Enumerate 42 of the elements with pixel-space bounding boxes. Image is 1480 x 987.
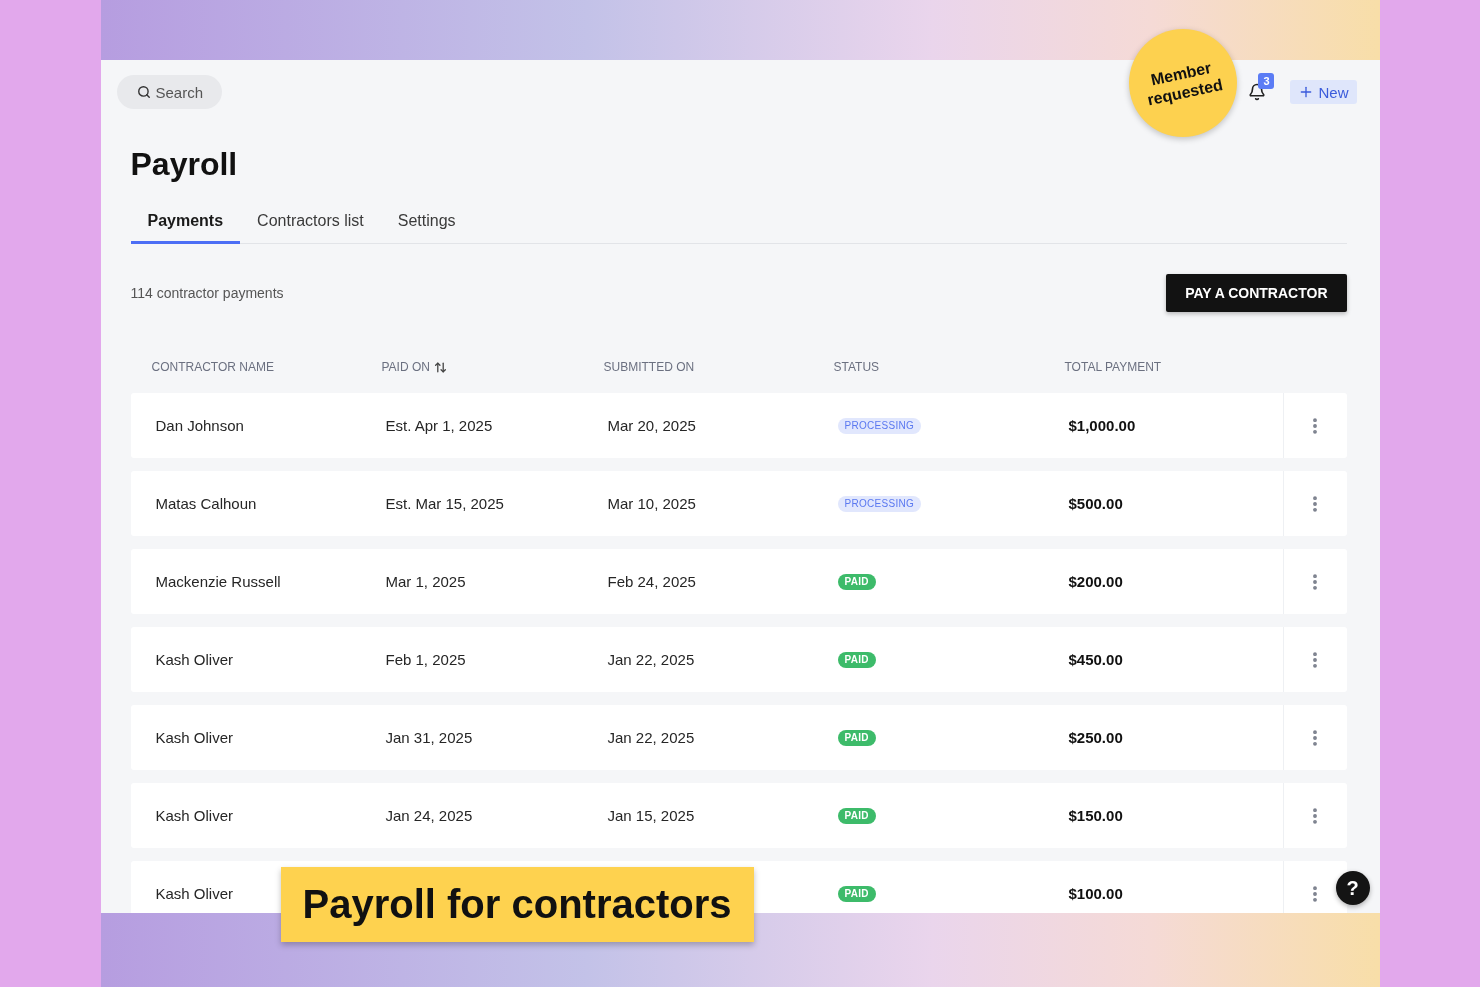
notification-count: 3 [1258,73,1275,89]
total-payment: $500.00 [1068,495,1123,512]
status-badge: PAID [837,885,876,902]
column-header: CONTRACTOR NAME [151,360,274,374]
total-payment: $150.00 [1068,807,1123,824]
contractor-name: Matas Calhoun [155,495,257,512]
total-payment: $450.00 [1068,651,1123,668]
paid-on-date: Est. Apr 1, 2025 [385,417,493,434]
submitted-on-date: Jan 22, 2025 [607,729,695,746]
paid-on-date: Est. Mar 15, 2025 [385,495,504,512]
status-badge: PAID [837,729,876,746]
total-payment: $100.00 [1068,885,1123,902]
paid-on-date: Mar 1, 2025 [385,573,466,590]
submitted-on-date: Jan 15, 2025 [607,807,695,824]
status-badge: PROCESSING [837,495,922,512]
total-payment: $1,000.00 [1068,417,1136,434]
page-title: Payroll [130,145,238,183]
paid-on-date: Feb 1, 2025 [385,651,466,668]
contractor-name: Mackenzie Russell [155,573,281,590]
total-payment: $250.00 [1068,729,1123,746]
status-badge: PAID [837,807,876,824]
column-header: TOTAL PAYMENT [1064,360,1162,374]
submitted-on-date: Jan 22, 2025 [607,651,695,668]
contractor-name: Kash Oliver [155,807,234,824]
caption-banner: Payroll for contractors [280,867,754,942]
status-badge: PROCESSING [837,417,922,434]
contractor-name: Kash Oliver [155,885,234,902]
sticker-text: Member requested [1144,58,1225,111]
contractor-name: Kash Oliver [155,729,234,746]
status-badge: PAID [837,651,876,668]
payment-count: 114 contractor payments [130,285,284,301]
paid-on-date: Jan 31, 2025 [385,729,473,746]
column-header: SUBMITTED ON [603,360,695,374]
submitted-on-date: Feb 24, 2025 [607,573,696,590]
total-payment: $200.00 [1068,573,1123,590]
column-header: STATUS [833,360,880,374]
contractor-name: Kash Oliver [155,651,234,668]
submitted-on-date: Mar 20, 2025 [607,417,696,434]
status-badge: PAID [837,573,876,590]
contractor-name: Dan Johnson [155,417,244,434]
paid-on-date: Jan 24, 2025 [385,807,473,824]
submitted-on-date: Mar 10, 2025 [607,495,696,512]
